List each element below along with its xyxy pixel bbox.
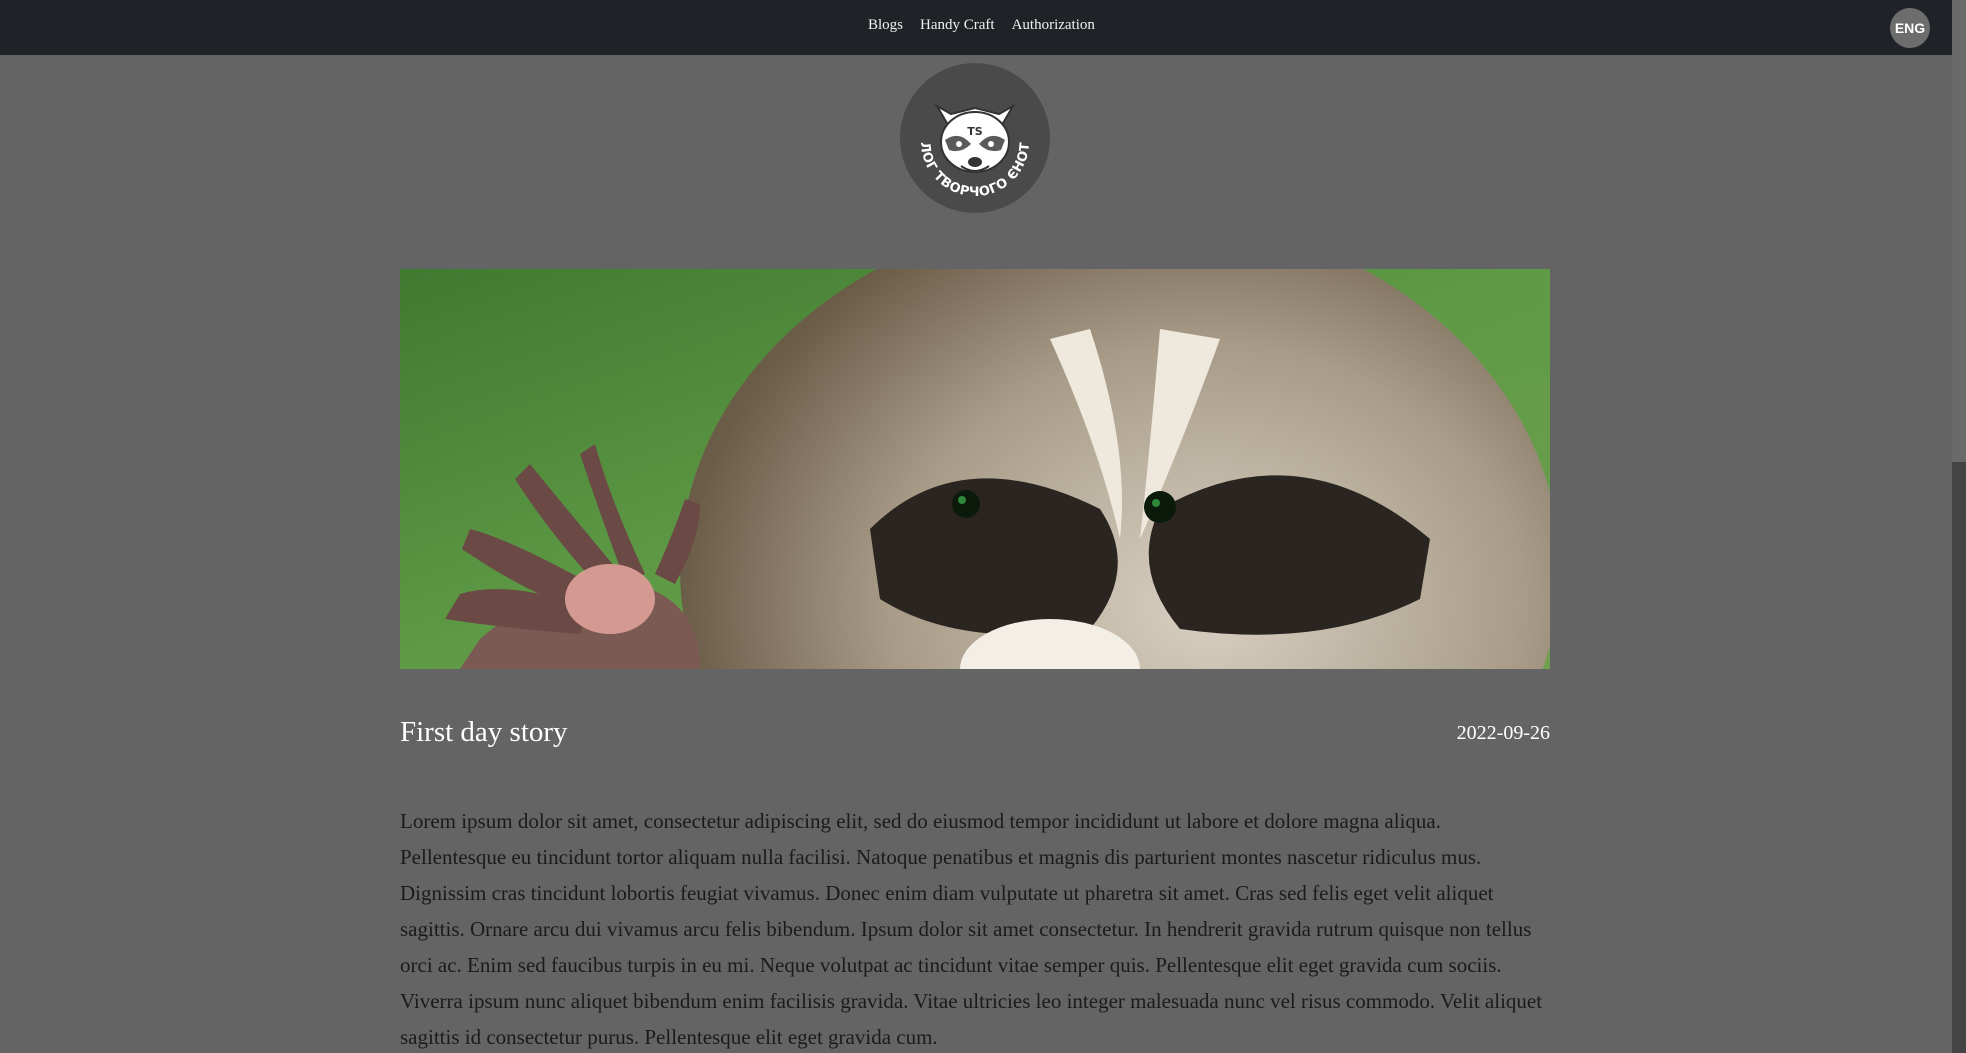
top-navbar: Blogs Handy Craft Authorization ENG [0,0,1952,55]
svg-text:TS: TS [967,125,983,138]
site-logo[interactable]: TS "БЛОГ ТВОРЧОГО ЄНОТА" [894,51,1051,214]
nav-link-authorization[interactable]: Authorization [1012,17,1095,34]
post-body: Lorem ipsum dolor sit amet, consectetur … [400,809,1543,1049]
raccoon-logo-icon: TS "БЛОГ ТВОРЧОГО ЄНОТА" [894,51,1050,213]
post-title: First day story [400,716,568,748]
nav-links: Blogs Handy Craft Authorization [868,17,1095,34]
nav-link-blogs[interactable]: Blogs [868,17,903,34]
language-switch-button[interactable]: ENG [1890,8,1930,48]
raccoon-photo-image [400,269,1550,669]
post-hero-image [400,269,1550,669]
scrollbar[interactable] [1952,0,1966,1053]
post-date: 2022-09-26 [1456,722,1550,744]
nav-link-handy-craft[interactable]: Handy Craft [920,17,995,34]
scrollbar-thumb[interactable] [1952,0,1966,462]
